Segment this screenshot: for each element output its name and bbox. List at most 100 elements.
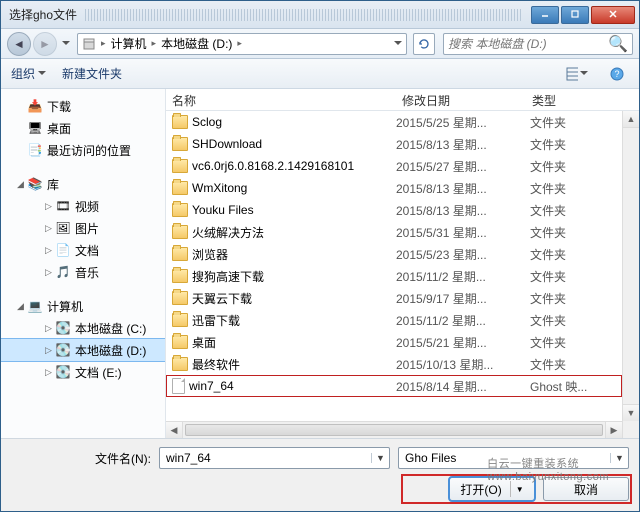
column-type[interactable]: 类型	[526, 89, 639, 110]
sidebar-recent[interactable]: 📑最近访问的位置	[1, 139, 165, 161]
back-button[interactable]: ◄	[7, 32, 31, 56]
folder-row[interactable]: vc6.0rj6.0.8168.2.14291681012015/5/27 星期…	[166, 155, 622, 177]
filename-input[interactable]	[160, 451, 371, 465]
sidebar-documents[interactable]: ▷📄文档	[1, 239, 165, 261]
file-row[interactable]: win7_642015/8/14 星期...Ghost 映...	[166, 375, 622, 397]
chevron-right-icon: ▷	[45, 345, 55, 356]
sidebar-music[interactable]: ▷🎵音乐	[1, 261, 165, 283]
breadcrumb-dropdown[interactable]	[390, 34, 406, 54]
folder-row[interactable]: 桌面2015/5/21 星期...文件夹	[166, 331, 622, 353]
scroll-up-icon[interactable]: ▲	[623, 111, 639, 128]
file-date: 2015/11/2 星期...	[396, 312, 526, 329]
chevron-down-icon: ▼	[516, 485, 524, 494]
file-date: 2015/5/23 星期...	[396, 246, 526, 263]
folder-icon	[172, 313, 188, 327]
file-type: 文件夹	[526, 136, 622, 153]
scroll-left-icon[interactable]: ◀	[166, 422, 183, 438]
folder-row[interactable]: 迅雷下载2015/11/2 星期...文件夹	[166, 309, 622, 331]
chevron-right-icon: ▷	[45, 267, 55, 278]
sidebar: 📥下载 🖥桌面 📑最近访问的位置 ◢📚库 ▷🎞视频 ▷🖼图片 ▷📄文档 ▷🎵音乐…	[1, 89, 166, 438]
folder-row[interactable]: Youku Files2015/8/13 星期...文件夹	[166, 199, 622, 221]
column-date[interactable]: 修改日期	[396, 89, 526, 110]
file-type: 文件夹	[526, 246, 622, 263]
open-button[interactable]: 打开(O)▼	[449, 477, 535, 501]
forward-button[interactable]: ►	[33, 32, 57, 56]
view-options-button[interactable]	[565, 63, 589, 85]
history-dropdown[interactable]	[59, 32, 73, 56]
scroll-down-icon[interactable]: ▼	[623, 404, 639, 421]
help-button[interactable]: ?	[605, 63, 629, 85]
column-name[interactable]: 名称	[166, 89, 396, 110]
scroll-right-icon[interactable]: ▶	[605, 422, 622, 438]
breadcrumb-root-icon[interactable]	[78, 34, 100, 54]
minimize-button[interactable]	[531, 6, 559, 24]
scroll-thumb[interactable]	[185, 424, 603, 436]
folder-row[interactable]: Sclog2015/5/25 星期...文件夹	[166, 111, 622, 133]
chevron-down-icon[interactable]: ▼	[610, 453, 628, 463]
breadcrumb-computer[interactable]: 计算机	[107, 34, 151, 54]
search-input[interactable]	[444, 37, 604, 51]
downloads-icon: 📥	[27, 98, 43, 114]
folder-row[interactable]: 火绒解决方法2015/5/31 星期...文件夹	[166, 221, 622, 243]
file-type: Ghost 映...	[526, 378, 622, 395]
folder-row[interactable]: WmXitong2015/8/13 星期...文件夹	[166, 177, 622, 199]
sidebar-library[interactable]: ◢📚库	[1, 173, 165, 195]
drive-icon: 💽	[55, 320, 71, 336]
refresh-button[interactable]	[413, 33, 435, 55]
file-name: WmXitong	[192, 181, 247, 195]
folder-icon	[172, 247, 188, 261]
close-button[interactable]	[591, 6, 635, 24]
folder-row[interactable]: 天翼云下载2015/9/17 星期...文件夹	[166, 287, 622, 309]
breadcrumb-drive-d[interactable]: 本地磁盘 (D:)	[157, 34, 236, 54]
chevron-down-icon	[580, 71, 588, 79]
file-name: win7_64	[189, 379, 234, 393]
sidebar-computer[interactable]: ◢💻计算机	[1, 295, 165, 317]
new-folder-button[interactable]: 新建文件夹	[62, 65, 122, 82]
chevron-down-icon: ◢	[17, 179, 27, 190]
sidebar-downloads[interactable]: 📥下载	[1, 95, 165, 117]
folder-row[interactable]: 浏览器2015/5/23 星期...文件夹	[166, 243, 622, 265]
address-bar: ◄ ► ▸ 计算机 ▸ 本地磁盘 (D:) ▸ 🔍	[1, 29, 639, 59]
search-icon: 🔍	[604, 34, 632, 54]
sidebar-videos[interactable]: ▷🎞视频	[1, 195, 165, 217]
file-name: 迅雷下载	[192, 312, 240, 329]
sidebar-drive-c[interactable]: ▷💽本地磁盘 (C:)	[1, 317, 165, 339]
vertical-scrollbar[interactable]: ▲ ▼	[622, 111, 639, 438]
file-icon	[172, 378, 185, 394]
breadcrumb[interactable]: ▸ 计算机 ▸ 本地磁盘 (D:) ▸	[77, 33, 407, 55]
sidebar-desktop[interactable]: 🖥桌面	[1, 117, 165, 139]
horizontal-scrollbar[interactable]: ◀ ▶	[166, 421, 622, 438]
folder-row[interactable]: 搜狗高速下载2015/11/2 星期...文件夹	[166, 265, 622, 287]
sidebar-drive-e[interactable]: ▷💽文档 (E:)	[1, 361, 165, 383]
file-name: 最终软件	[192, 356, 240, 373]
folder-icon	[172, 357, 188, 371]
chevron-down-icon	[38, 71, 46, 79]
organize-menu[interactable]: 组织	[11, 65, 46, 82]
file-name: 天翼云下载	[192, 290, 252, 307]
library-icon: 📚	[27, 176, 43, 192]
folder-row[interactable]: SHDownload2015/8/13 星期...文件夹	[166, 133, 622, 155]
file-type: 文件夹	[526, 290, 622, 307]
folder-row[interactable]: 最终软件2015/10/13 星期...文件夹	[166, 353, 622, 375]
folder-icon	[172, 181, 188, 195]
chevron-right-icon: ▷	[45, 201, 55, 212]
file-date: 2015/5/27 星期...	[396, 158, 526, 175]
file-name: Youku Files	[192, 203, 254, 217]
cancel-button[interactable]: 取消	[543, 477, 629, 501]
filetype-value[interactable]	[399, 451, 610, 465]
chevron-right-icon: ▸	[236, 38, 243, 49]
sidebar-pictures[interactable]: ▷🖼图片	[1, 217, 165, 239]
file-date: 2015/5/25 星期...	[396, 114, 526, 131]
filename-combo[interactable]: ▼	[159, 447, 390, 469]
search-box[interactable]: 🔍	[443, 33, 633, 55]
file-type: 文件夹	[526, 114, 622, 131]
drive-icon: 💽	[55, 342, 71, 358]
folder-icon	[172, 137, 188, 151]
sidebar-drive-d[interactable]: ▷💽本地磁盘 (D:)	[1, 339, 165, 361]
drive-icon: 💽	[55, 364, 71, 380]
file-list: 名称 修改日期 类型 Sclog2015/5/25 星期...文件夹SHDown…	[166, 89, 639, 438]
filetype-filter[interactable]: ▼	[398, 447, 629, 469]
chevron-down-icon[interactable]: ▼	[371, 453, 389, 463]
videos-icon: 🎞	[55, 198, 71, 214]
maximize-button[interactable]	[561, 6, 589, 24]
